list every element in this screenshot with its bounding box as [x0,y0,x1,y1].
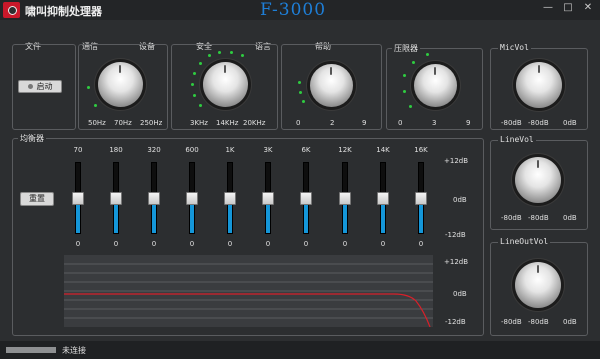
limiter-title: 压限器 [392,43,420,54]
linevol-tick-3: 0dB [563,214,577,222]
eq-band-value: 0 [265,240,271,248]
speaker-icon [3,2,20,18]
graph-scale-mid: 0dB [453,290,467,298]
linevol-knob[interactable] [515,157,561,203]
eq-band-freq: 600 [185,146,199,154]
micvol-knob[interactable] [516,62,562,108]
eq-band-freq: 3K [263,146,273,154]
eq-slider-thumb[interactable] [300,192,312,205]
eq-band-value: 0 [189,240,195,248]
eq-band-freq: 180 [109,146,123,154]
hf-knob[interactable] [203,62,248,107]
eq-slider-thumb[interactable] [72,192,84,205]
eq-band-freq: 320 [147,146,161,154]
limiter-led [402,90,406,94]
close-button[interactable]: ✕ [580,2,596,14]
eq-curve-svg [64,263,433,327]
eq-band-value: 0 [303,240,309,248]
eq-slider-thumb[interactable] [415,192,427,205]
eq-band-freq: 70 [73,146,83,154]
graph-scale-bottom: -12dB [445,318,466,326]
limiter-led [425,53,429,57]
status-text: 未连接 [62,346,86,355]
model-name: F-3000 [260,0,327,20]
micvol-tick-3: 0dB [563,119,577,127]
eq-band-freq: 1K [225,146,235,154]
lineoutvol-title: LineOutVol [498,237,551,246]
graph-scale-top: +12dB [444,258,469,266]
eq-slider-thumb[interactable] [148,192,160,205]
help-tick-low: 0 [296,119,301,127]
eq-band-value: 0 [227,240,233,248]
eq-band-freq: 12K [338,146,352,154]
hf-tick-low: 3KHz [190,119,208,127]
limiter-tick-mid: 3 [432,119,437,127]
help-knob[interactable] [310,64,353,107]
eq-slider-thumb[interactable] [339,192,351,205]
freq-tick-low: 50Hz [88,119,106,127]
eq-slider-thumb[interactable] [224,192,236,205]
help-tick-mid: 2 [330,119,335,127]
limiter-knob[interactable] [414,64,457,107]
lineoutvol-tick-1: -80dB [501,318,522,326]
freq-led [87,85,91,89]
maximize-button[interactable]: □ [560,2,576,14]
limiter-tick-low: 0 [398,119,403,127]
micvol-tick-1: -80dB [501,119,522,127]
help-led [298,90,302,94]
eq-band-value: 0 [342,240,348,248]
hf-led [192,71,196,75]
linevol-title: LineVol [498,135,536,144]
eq-response-graph [64,255,433,327]
eq-curve [64,293,431,327]
eq-slider-thumb[interactable] [262,192,274,205]
eq-scale-bottom: -12dB [445,231,466,239]
help-tick-high: 9 [362,119,367,127]
eq-band-freq: 16K [414,146,428,154]
freq-tick-mid: 70Hz [114,119,132,127]
eq-scale-mid: 0dB [453,196,467,204]
eq-band-value: 0 [418,240,424,248]
start-button[interactable]: 启动 [18,80,62,93]
freq-knob[interactable] [98,62,143,107]
limiter-led [411,60,415,64]
eq-slider-thumb[interactable] [110,192,122,205]
connection-progress [6,347,56,353]
hf-tick-high: 20KHz [243,119,266,127]
lineoutvol-knob[interactable] [515,262,561,308]
freq-tick-high: 250Hz [140,119,163,127]
title-bar: 啸叫抑制处理器 F-3000 — □ ✕ [0,0,600,20]
eq-band-value: 0 [151,240,157,248]
hf-led [198,61,202,65]
eq-band-value: 0 [380,240,386,248]
lineoutvol-tick-2: -80dB [528,318,549,326]
eq-slider-thumb[interactable] [377,192,389,205]
hf-led [191,83,194,86]
minimize-button[interactable]: — [540,2,556,14]
eq-band-value: 0 [113,240,119,248]
linevol-tick-1: -80dB [501,214,522,222]
app-title: 啸叫抑制处理器 [25,5,102,18]
hf-led [198,104,202,108]
hf-tick-mid: 14KHz [216,119,239,127]
equalizer-title: 均衡器 [18,133,46,144]
eq-slider-thumb[interactable] [186,192,198,205]
linevol-tick-2: -80dB [528,214,549,222]
hf-led [218,50,222,54]
start-button-label: 启动 [36,82,53,91]
lineoutvol-tick-3: 0dB [563,318,577,326]
micvol-tick-2: -80dB [528,119,549,127]
eq-band-freq: 14K [376,146,390,154]
micvol-title: MicVol [498,43,531,52]
limiter-tick-high: 9 [466,119,471,127]
reset-button[interactable]: 重置 [20,192,54,206]
eq-scale-top: +12dB [444,157,469,165]
hf-led [229,50,233,54]
app-window: 啸叫抑制处理器 F-3000 — □ ✕ 文件 通信 设备 安全 语言 帮助 启… [0,0,600,359]
status-bar [0,341,600,359]
eq-band-freq: 6K [301,146,311,154]
eq-band-value: 0 [75,240,81,248]
